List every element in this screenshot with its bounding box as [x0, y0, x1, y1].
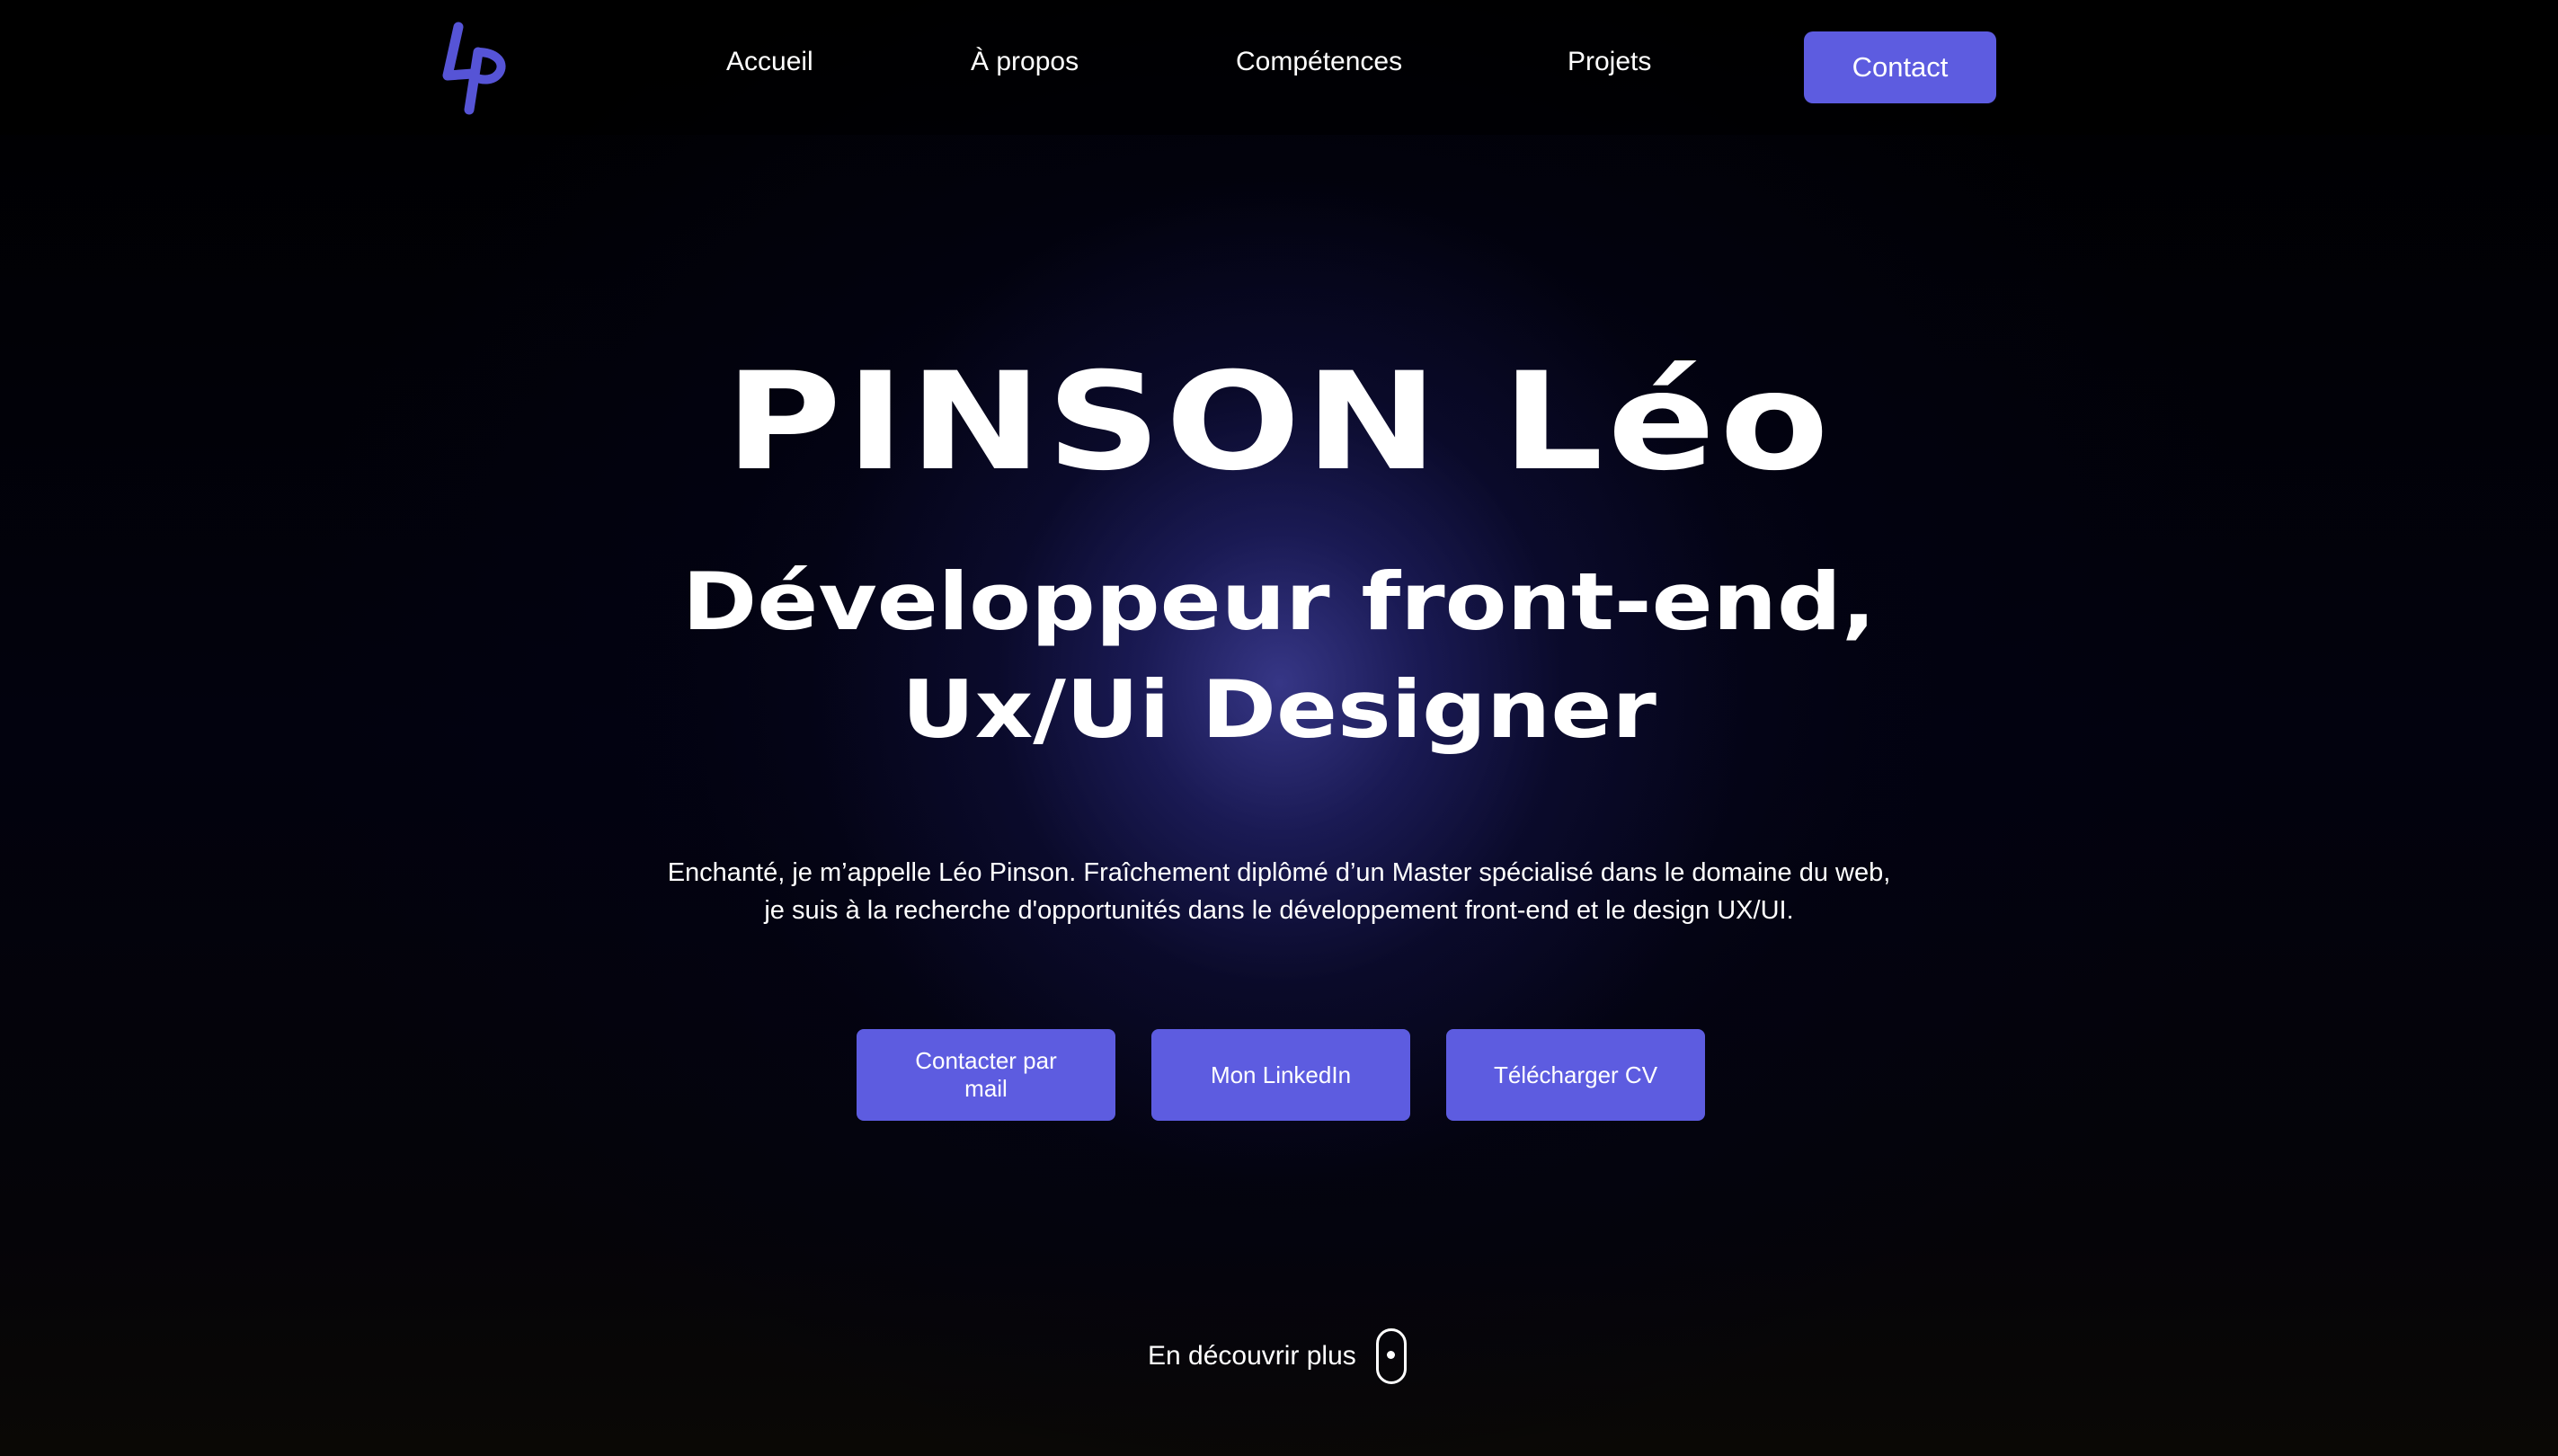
scroll-hint-label[interactable]: En découvrir plus	[1148, 1341, 1356, 1372]
hero-role: Développeur front-end, Ux/Ui Designer	[0, 548, 2558, 764]
hero-description-line-2: je suis à la recherche d'opportunités da…	[764, 896, 1794, 925]
nav-link-competences[interactable]: Compétences	[1236, 47, 1402, 77]
contact-by-mail-button[interactable]: Contacter par mail	[857, 1029, 1115, 1121]
hero-role-line-2: Ux/Ui Designer	[902, 663, 1656, 756]
lp-logo-icon[interactable]	[439, 22, 511, 115]
contact-button[interactable]: Contact	[1804, 31, 1996, 103]
nav-link-a-propos[interactable]: À propos	[971, 47, 1079, 77]
hero-description-line-1: Enchanté, je m’appelle Léo Pinson. Fraîc…	[667, 858, 1891, 887]
linkedin-button[interactable]: Mon LinkedIn	[1151, 1029, 1410, 1121]
top-navbar: Accueil À propos Compétences Projets Con…	[0, 0, 2558, 135]
page: Accueil À propos Compétences Projets Con…	[0, 0, 2558, 1456]
hero-role-line-1: Développeur front-end,	[682, 555, 1876, 648]
download-cv-button[interactable]: Télécharger CV	[1446, 1029, 1705, 1121]
nav-link-accueil[interactable]: Accueil	[726, 47, 813, 77]
mouse-scroll-icon[interactable]	[1375, 1328, 1407, 1384]
hero-name: PINSON Léo	[724, 344, 1834, 501]
nav-link-projets[interactable]: Projets	[1568, 47, 1651, 77]
hero-description: Enchanté, je m’appelle Léo Pinson. Fraîc…	[0, 854, 2558, 929]
scroll-hint[interactable]: En découvrir plus	[1148, 1327, 1407, 1385]
